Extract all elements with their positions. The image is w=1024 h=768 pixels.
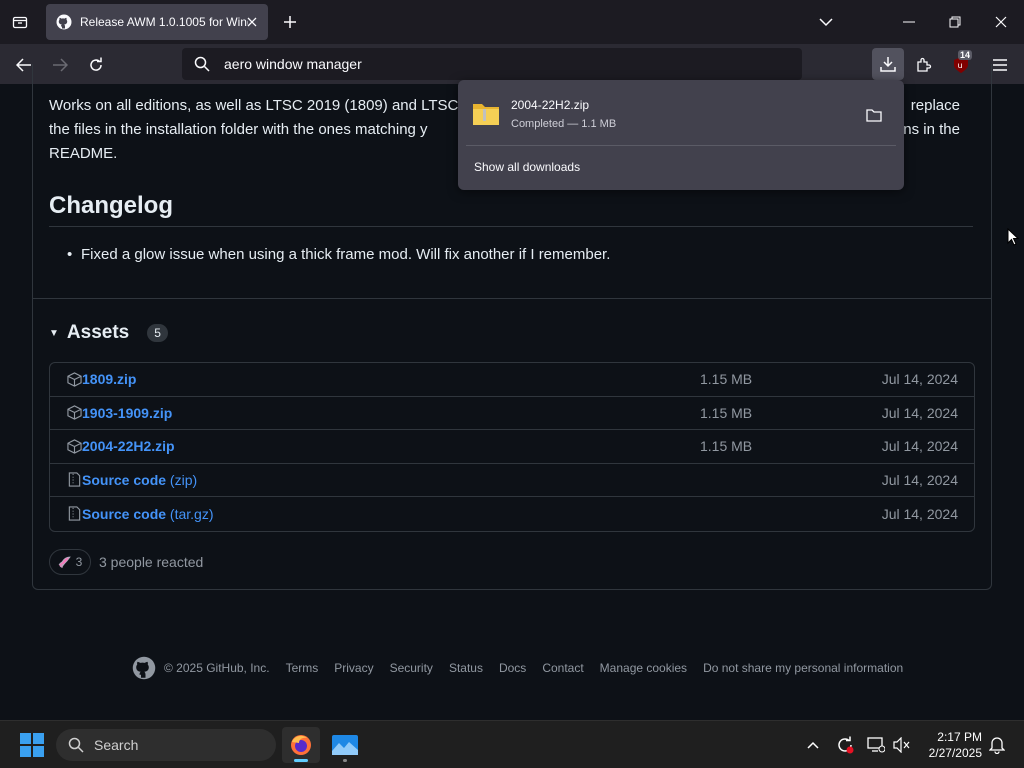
chevron-down-icon[interactable] [812,8,840,36]
firefox-taskbar-icon[interactable] [282,727,320,763]
photos-app-taskbar-icon[interactable] [326,727,364,763]
notification-bell-icon[interactable] [987,735,1007,755]
github-icon [56,14,72,30]
volume-muted-icon[interactable] [892,735,912,755]
asset-date: Jul 14, 2024 [881,404,958,421]
taskbar-search[interactable]: Search [56,729,276,761]
changelog-heading: Changelog [49,192,173,219]
rocket-icon [58,556,71,569]
rocket-reaction-button[interactable]: 3 [49,549,91,575]
file-zip-icon [66,506,82,522]
taskbar-search-label: Search [94,737,139,753]
footer-link-contact[interactable]: Contact [542,661,583,675]
search-icon [68,737,84,753]
tab-list-icon[interactable] [8,10,32,34]
description-line-2-end: ns in the [903,121,960,138]
asset-date: Jul 14, 2024 [881,438,958,455]
asset-size: 1.15 MB [700,371,753,388]
asset-size: 1.15 MB [700,404,753,421]
package-icon [66,438,82,454]
asset-link[interactable]: 2004-22H2.zip [82,438,175,454]
footer-link-do-not-share[interactable]: Do not share my personal information [703,661,903,675]
asset-date: Jul 14, 2024 [881,371,958,388]
folder-icon[interactable] [864,105,884,125]
assets-title: Assets [66,322,130,343]
downloads-panel: 2004-22H2.zip Completed — 1.1 MB Show al… [458,80,904,190]
tab-bar: Release AWM 1.0.1005 for Wind [0,0,1024,44]
asset-row: 1903-1909.zip 1.15 MB Jul 14, 2024 [50,397,974,430]
description-line-1-end: replace [910,97,960,114]
site-footer: © 2025 GitHub, Inc. Terms Privacy Securi… [132,656,919,680]
footer-link-terms[interactable]: Terms [286,661,319,675]
download-file-name: 2004-22H2.zip [511,98,590,112]
divider [466,145,896,146]
package-icon [66,405,82,421]
assets-header[interactable]: ▼ Assets 5 [49,322,168,344]
reaction-count: 3 [75,555,83,569]
copyright: © 2025 GitHub, Inc. [164,661,270,675]
new-tab-icon[interactable] [278,10,302,34]
assets-list: 1809.zip 1.15 MB Jul 14, 2024 1903-1909.… [49,362,975,532]
network-icon[interactable] [866,735,886,755]
windows-start-icon[interactable] [20,733,44,757]
chevron-up-icon[interactable] [803,735,823,755]
extension-badge: 14 [958,50,973,60]
reactions: 3 3 people reacted [49,549,203,575]
footer-link-status[interactable]: Status [449,661,483,675]
asset-size: 1.15 MB [700,438,753,455]
close-window-icon[interactable] [987,8,1015,36]
reactions-summary: 3 people reacted [99,554,204,570]
restore-icon[interactable] [941,8,969,36]
clock-date: 2/27/2025 [928,746,982,760]
divider [33,298,991,299]
asset-row: 2004-22H2.zip 1.15 MB Jul 14, 2024 [50,430,974,464]
file-zip-icon [66,472,82,488]
mouse-cursor-icon [1007,228,1019,246]
clock-time: 2:17 PM [937,730,982,744]
download-status: Completed — 1.1 MB [511,118,617,130]
clock[interactable]: 2:17 PM 2/27/2025 [924,729,982,761]
footer-link-security[interactable]: Security [390,661,433,675]
asset-row: Source code (tar.gz) Jul 14, 2024 [50,497,974,531]
asset-link[interactable]: 1903-1909.zip [82,405,172,421]
package-icon [66,371,82,387]
footer-link-privacy[interactable]: Privacy [334,661,373,675]
footer-link-manage-cookies[interactable]: Manage cookies [600,661,687,675]
asset-link[interactable]: Source code (tar.gz) [82,506,214,522]
description-line-2: the files in the installation folder wit… [49,121,428,138]
divider [49,226,973,227]
asset-row: 1809.zip 1.15 MB Jul 14, 2024 [50,363,974,397]
assets-count-badge: 5 [147,324,168,342]
asset-date: Jul 14, 2024 [881,505,958,522]
github-logo-icon[interactable] [132,656,156,680]
sync-alert-icon[interactable] [835,735,855,755]
caret-down-icon: ▼ [49,327,59,339]
changelog-item: Fixed a glow issue when using a thick fr… [67,246,610,263]
asset-link[interactable]: Source code (zip) [82,472,197,488]
tab-title: Release AWM 1.0.1005 for Wind [80,15,248,29]
zip-folder-icon [473,104,499,125]
show-all-downloads-button[interactable]: Show all downloads [474,160,580,174]
browser-tab[interactable]: Release AWM 1.0.1005 for Wind [46,4,268,40]
download-item[interactable]: 2004-22H2.zip Completed — 1.1 MB [470,92,892,138]
description-line-1: Works on all editions, as well as LTSC 2… [49,97,459,114]
taskbar: Search 2:17 PM 2/27/2025 [0,720,1024,768]
minimize-icon[interactable] [895,8,923,36]
asset-date: Jul 14, 2024 [881,471,958,488]
close-tab-icon[interactable] [244,14,260,30]
asset-link[interactable]: 1809.zip [82,371,136,387]
footer-link-docs[interactable]: Docs [499,661,526,675]
asset-row: Source code (zip) Jul 14, 2024 [50,464,974,497]
